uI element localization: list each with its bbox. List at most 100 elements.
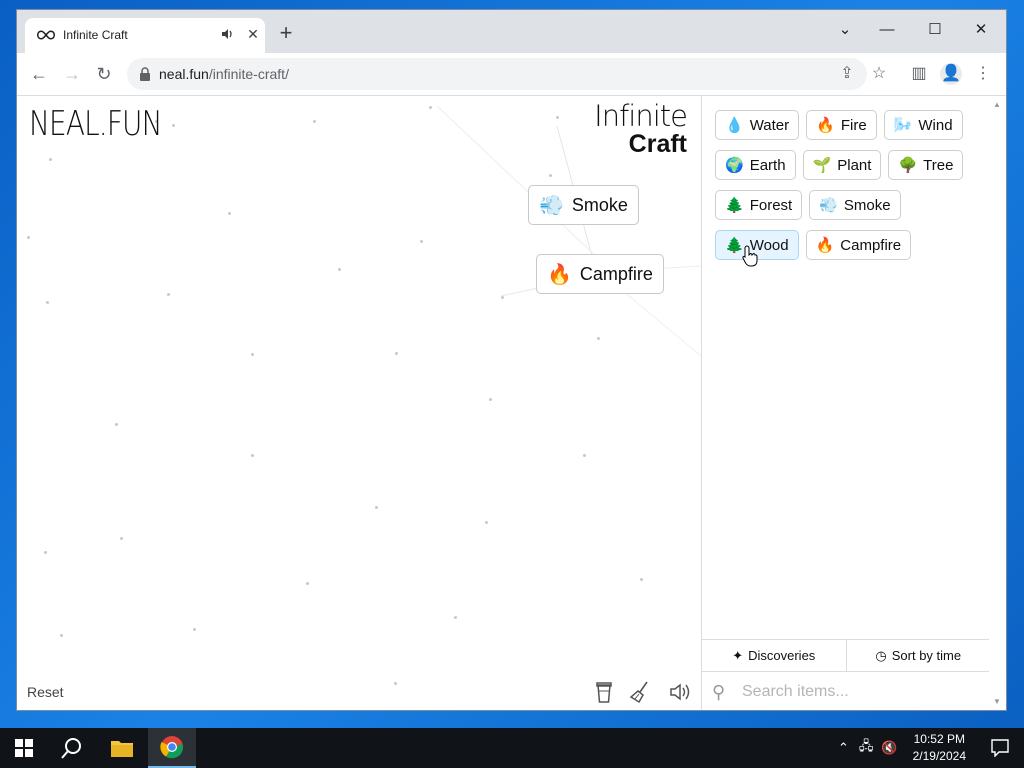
sidebar-item-fire[interactable]: 🔥 Fire: [806, 110, 877, 140]
sidebar-footer: ✦ Discoveries ◷ Sort by time ⚲: [702, 639, 990, 710]
broom-icon[interactable]: [629, 680, 651, 704]
hand-cursor-icon: [742, 245, 758, 267]
clock-icon: ◷: [875, 647, 887, 663]
sidebar-item-smoke[interactable]: 💨 Smoke: [809, 190, 901, 220]
tab-title: Infinite Craft: [63, 28, 128, 42]
audio-playing-icon[interactable]: [221, 27, 235, 41]
url-text: neal.fun/infinite-craft/: [159, 66, 289, 82]
notification-icon: [991, 739, 1009, 757]
search-taskbar-button[interactable]: [48, 728, 96, 768]
bookmark-star-icon[interactable]: ☆: [868, 63, 890, 85]
tree-icon: 🌳: [898, 157, 918, 174]
search-icon: ⚲: [712, 682, 726, 702]
sidebar-item-campfire[interactable]: 🔥 Campfire: [805, 230, 912, 260]
sidebar-item-wind[interactable]: 🌬️ Wind: [883, 110, 963, 140]
maximize-button[interactable]: ☐: [915, 16, 955, 44]
sidebar-item-label: Smoke: [843, 196, 891, 214]
clock-date: 2/19/2024: [912, 749, 966, 763]
sidebar-item-label: Forest: [749, 196, 793, 214]
sidebar-item-tree[interactable]: 🌳 Tree: [888, 150, 964, 180]
evergreen-tree-icon: 🌲: [725, 197, 744, 214]
sparkles-icon: ✦: [732, 647, 744, 663]
items-sidebar: 💧 Water 🔥 Fire 🌬️ Wind 🌍 Earth 🌱 Plant 🌳 Tree 🌲 For…: [701, 96, 990, 710]
system-tray: ⌃ 🖧 🔇: [838, 728, 898, 768]
craft-canvas[interactable]: NEAL.FUN Infinite Craft 💨 Smoke 🔥 Campfi…: [17, 96, 701, 710]
chrome-taskbar-button[interactable]: [148, 728, 196, 768]
back-icon[interactable]: ←: [27, 62, 51, 86]
browser-toolbar: ← → ↻ neal.fun/infinite-craft/ ⇪ ☆ ▥ 👤 ⋮: [17, 53, 1006, 96]
canvas-item-label: Smoke: [571, 194, 628, 215]
sort-label: Sort by time: [891, 648, 962, 663]
sidebar-item-label: Fire: [840, 116, 867, 134]
scroll-up-arrow[interactable]: ▲: [993, 100, 1001, 109]
show-hidden-icons-icon[interactable]: ⌃: [838, 740, 849, 756]
scroll-down-arrow[interactable]: ▼: [993, 697, 1001, 706]
sidebar-item-label: Wind: [918, 116, 953, 134]
water-drop-icon: 💧: [725, 117, 744, 134]
page-scrollbar[interactable]: ▲ ▼: [989, 96, 1006, 710]
close-tab-icon[interactable]: ✕: [245, 26, 261, 42]
sidebar-item-earth[interactable]: 🌍 Earth: [715, 150, 796, 180]
sidebar-item-label: Plant: [837, 156, 872, 174]
windows-logo-icon: [15, 739, 33, 757]
lock-icon: [140, 67, 150, 81]
side-panel-icon[interactable]: ▥: [908, 63, 930, 85]
fire-icon: 🔥: [816, 117, 835, 134]
discoveries-button[interactable]: ✦ Discoveries: [702, 640, 846, 671]
wind-icon: 🌬️: [893, 117, 913, 134]
infinity-icon: [37, 30, 55, 40]
page-content: NEAL.FUN Infinite Craft 💨 Smoke 🔥 Campfi…: [17, 96, 1006, 710]
forward-icon[interactable]: →: [60, 62, 84, 86]
canvas-item-campfire[interactable]: 🔥 Campfire: [536, 254, 664, 294]
sidebar-item-plant[interactable]: 🌱 Plant: [802, 150, 882, 180]
reset-button[interactable]: Reset: [27, 684, 64, 700]
search-input[interactable]: [740, 678, 974, 706]
menu-kebab-icon[interactable]: ⋮: [972, 63, 994, 85]
chrome-icon: [160, 736, 184, 759]
sidebar-item-label: Tree: [923, 156, 954, 174]
sidebar-item-label: Earth: [749, 156, 786, 174]
folder-icon: [111, 741, 133, 757]
file-explorer-button[interactable]: [98, 728, 146, 768]
fire-icon: 🔥: [547, 263, 572, 286]
sound-icon[interactable]: [669, 680, 691, 704]
notifications-button[interactable]: [976, 728, 1024, 768]
canvas-item-smoke[interactable]: 💨 Smoke: [528, 185, 639, 225]
fire-icon: 🔥: [815, 237, 835, 254]
clock-time: 10:52 PM: [913, 732, 965, 746]
sidebar-item-water[interactable]: 💧 Water: [715, 110, 800, 140]
share-icon[interactable]: ⇪: [836, 63, 858, 85]
windows-taskbar: ⌃ 🖧 🔇 10:52 PM 2/19/2024: [0, 728, 1024, 768]
profile-avatar-icon[interactable]: 👤: [940, 63, 962, 85]
discoveries-label: Discoveries: [748, 648, 816, 663]
tab-infinite-craft[interactable]: Infinite Craft ✕: [25, 18, 265, 53]
search-bar: ⚲: [702, 672, 990, 710]
reload-icon[interactable]: ↻: [92, 62, 116, 86]
canvas-item-label: Campfire: [579, 263, 653, 284]
infinite-craft-logo: Infinite Craft: [594, 99, 688, 159]
network-icon[interactable]: 🖧: [859, 737, 874, 759]
seedling-icon: 🌱: [812, 157, 832, 174]
coffee-cup-icon[interactable]: [593, 680, 615, 704]
sidebar-item-forest[interactable]: 🌲 Forest: [715, 190, 803, 220]
tab-search-icon[interactable]: ⌄: [825, 16, 865, 44]
tab-strip: Infinite Craft ✕ + ⌄ — ☐ ✕: [17, 10, 1006, 53]
volume-muted-icon[interactable]: 🔇: [881, 740, 897, 756]
close-window-button[interactable]: ✕: [961, 16, 1001, 44]
sidebar-item-label: Water: [749, 116, 790, 134]
start-button[interactable]: [0, 728, 48, 768]
sort-by-time-button[interactable]: ◷ Sort by time: [845, 640, 991, 671]
search-icon: [61, 738, 81, 759]
address-bar[interactable]: neal.fun/infinite-craft/: [127, 58, 867, 90]
neal-fun-logo[interactable]: NEAL.FUN: [29, 104, 163, 144]
sidebar-item-label: Campfire: [840, 236, 902, 254]
smoke-icon: 💨: [539, 194, 564, 217]
evergreen-tree-icon: 🌲: [725, 237, 744, 254]
browser-window: Infinite Craft ✕ + ⌄ — ☐ ✕ ← → ↻ neal.fu…: [17, 10, 1006, 710]
smoke-icon: 💨: [819, 197, 838, 214]
taskbar-clock[interactable]: 10:52 PM 2/19/2024: [913, 731, 966, 765]
minimize-button[interactable]: —: [867, 16, 907, 44]
globe-icon: 🌍: [725, 157, 744, 174]
new-tab-button[interactable]: +: [275, 22, 297, 45]
sidebar-tabs: ✦ Discoveries ◷ Sort by time: [702, 640, 990, 672]
